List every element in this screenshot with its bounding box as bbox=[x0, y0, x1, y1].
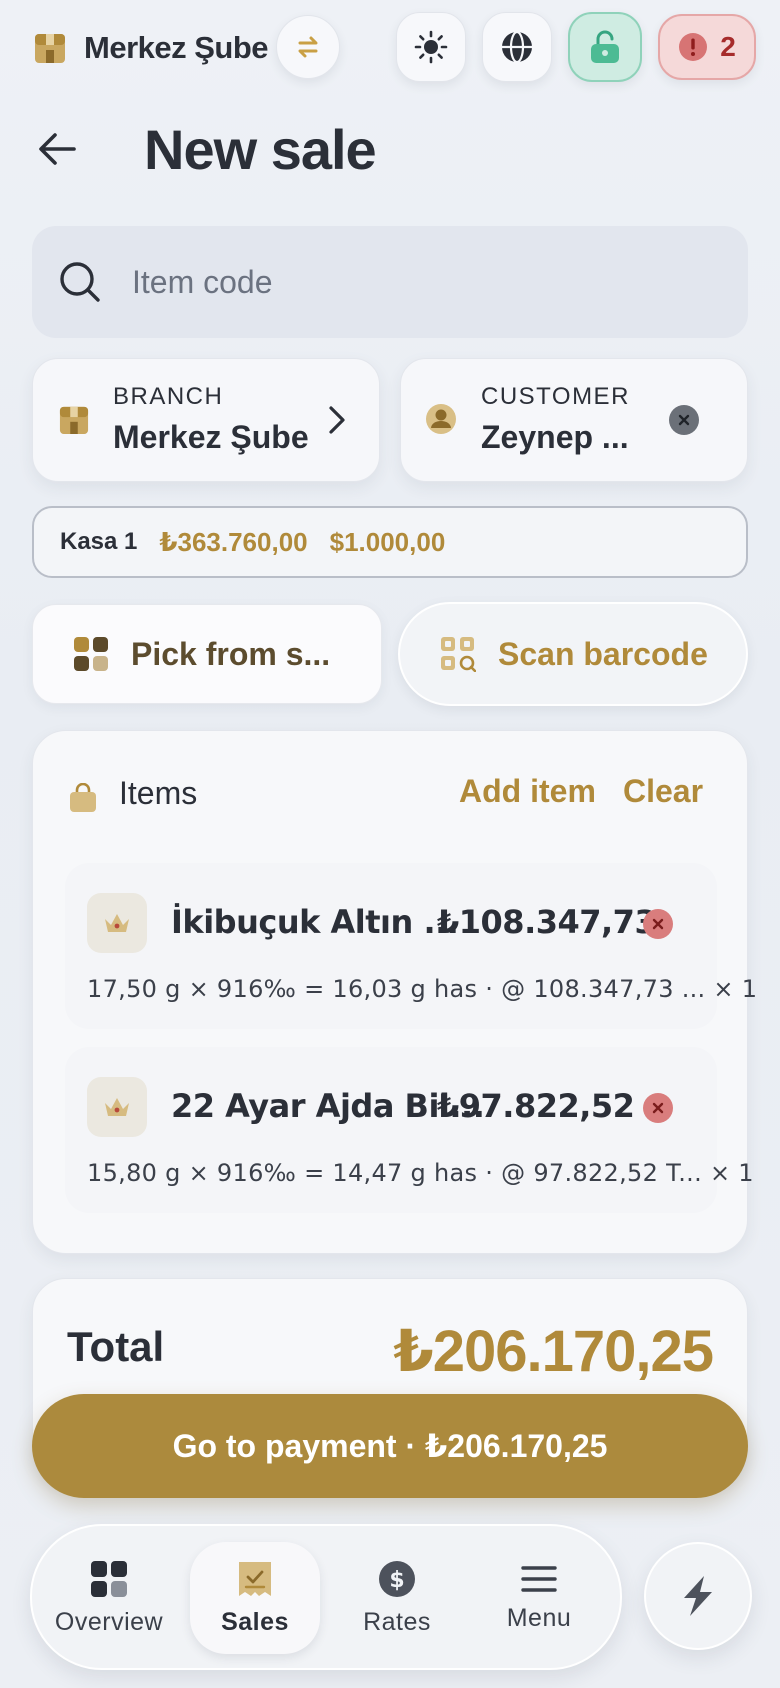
register-usd-balance: $1.000,00 bbox=[329, 526, 446, 557]
nav-item-sales[interactable]: Sales bbox=[190, 1542, 320, 1654]
items-title: Items bbox=[119, 775, 198, 811]
register-name: Kasa 1 bbox=[60, 528, 138, 555]
remove-item-button[interactable] bbox=[643, 909, 673, 939]
branch-selector[interactable]: BRANCH Merkez Şube bbox=[32, 358, 380, 482]
close-icon bbox=[678, 414, 690, 426]
menu-icon bbox=[521, 1565, 557, 1592]
nav-label: Menu bbox=[506, 1603, 572, 1632]
item-detail: 15,80 g × 916‰ = 14,47 g has · @ 97.822,… bbox=[87, 1159, 754, 1187]
branch-label: BRANCH bbox=[113, 383, 224, 410]
customer-label: CUSTOMER bbox=[481, 383, 630, 410]
clear-customer-button[interactable] bbox=[669, 405, 699, 435]
item-price: ₺108.347,73 bbox=[437, 903, 657, 941]
customer-selector[interactable]: CUSTOMER Zeynep ... bbox=[400, 358, 748, 482]
list-item[interactable]: İkibuçuk Altın ... ₺108.347,73 17,50 g ×… bbox=[65, 863, 757, 1029]
nav-label: Sales bbox=[221, 1607, 289, 1636]
item-code-search[interactable] bbox=[32, 226, 748, 338]
close-icon bbox=[652, 1102, 664, 1114]
chevron-right-icon bbox=[329, 406, 345, 434]
grid-icon bbox=[91, 1560, 127, 1597]
theme-toggle-button[interactable] bbox=[396, 12, 466, 82]
branch-value: Merkez Şube bbox=[113, 419, 309, 455]
list-item[interactable]: 22 Ayar Ajda Bil... ₺97.822,52 15,80 g ×… bbox=[65, 1047, 754, 1213]
shopping-bag-icon bbox=[70, 783, 96, 812]
go-to-payment-button[interactable]: Go to payment · ₺206.170,25 bbox=[32, 1394, 748, 1498]
item-name: İkibuçuk Altın ... bbox=[171, 903, 459, 941]
register-try-balance: ₺363.760,00 bbox=[159, 526, 308, 557]
nav-item-menu[interactable]: Menu bbox=[474, 1542, 604, 1654]
pick-from-stock-button[interactable]: Pick from s... bbox=[32, 604, 382, 704]
nav-item-rates[interactable]: $ Rates bbox=[332, 1542, 462, 1654]
item-price: ₺97.822,52 bbox=[437, 1087, 635, 1125]
scan-barcode-button[interactable]: Scan barcode bbox=[398, 602, 748, 706]
search-icon bbox=[60, 262, 100, 302]
store-icon bbox=[59, 406, 89, 434]
user-icon bbox=[426, 404, 456, 434]
qr-scan-icon bbox=[441, 637, 476, 672]
unlock-button[interactable] bbox=[568, 12, 642, 82]
unlock-icon bbox=[591, 30, 619, 63]
total-value: ₺206.170,25 bbox=[393, 1319, 714, 1384]
pick-from-stock-label: Pick from s... bbox=[131, 635, 331, 672]
items-card: Items Add item Clear İkibuçuk Altın ... … bbox=[32, 730, 757, 1254]
store-icon bbox=[35, 34, 65, 63]
clear-items-button[interactable]: Clear bbox=[623, 773, 703, 810]
swap-icon bbox=[298, 36, 318, 58]
bottom-nav: Overview Sales $ Rates Menu bbox=[30, 1524, 622, 1670]
nav-label: Rates bbox=[363, 1607, 431, 1636]
alerts-button[interactable]: 2 bbox=[658, 14, 756, 80]
sun-icon bbox=[414, 30, 448, 64]
alert-icon bbox=[679, 33, 708, 61]
crown-icon bbox=[87, 893, 147, 953]
active-branch-name: Merkez Şube bbox=[84, 30, 269, 65]
total-label: Total bbox=[67, 1323, 165, 1370]
page-title: New sale bbox=[144, 118, 377, 181]
close-icon bbox=[652, 918, 664, 930]
nav-label: Overview bbox=[54, 1607, 164, 1636]
language-button[interactable] bbox=[482, 12, 552, 82]
grid-icon bbox=[74, 637, 108, 671]
dollar-icon: $ bbox=[379, 1560, 415, 1597]
item-code-input[interactable] bbox=[132, 263, 692, 301]
add-item-button[interactable]: Add item bbox=[459, 773, 596, 810]
back-arrow-icon[interactable] bbox=[36, 128, 78, 170]
scan-barcode-label: Scan barcode bbox=[498, 635, 708, 672]
switch-branch-button[interactable] bbox=[276, 15, 340, 79]
crown-icon bbox=[87, 1077, 147, 1137]
svg-text:$: $ bbox=[389, 1568, 404, 1593]
remove-item-button[interactable] bbox=[643, 1093, 673, 1123]
quick-action-button[interactable] bbox=[644, 1542, 752, 1650]
receipt-icon bbox=[239, 1561, 271, 1596]
customer-value: Zeynep ... bbox=[481, 419, 629, 455]
alert-count: 2 bbox=[720, 31, 736, 62]
register-balance-bar[interactable]: Kasa 1 ₺363.760,00 $1.000,00 bbox=[32, 506, 748, 578]
globe-icon bbox=[502, 30, 532, 64]
item-detail: 17,50 g × 916‰ = 16,03 g has · @ 108.347… bbox=[87, 975, 758, 1003]
lightning-icon bbox=[684, 1576, 712, 1616]
nav-item-overview[interactable]: Overview bbox=[44, 1542, 174, 1654]
